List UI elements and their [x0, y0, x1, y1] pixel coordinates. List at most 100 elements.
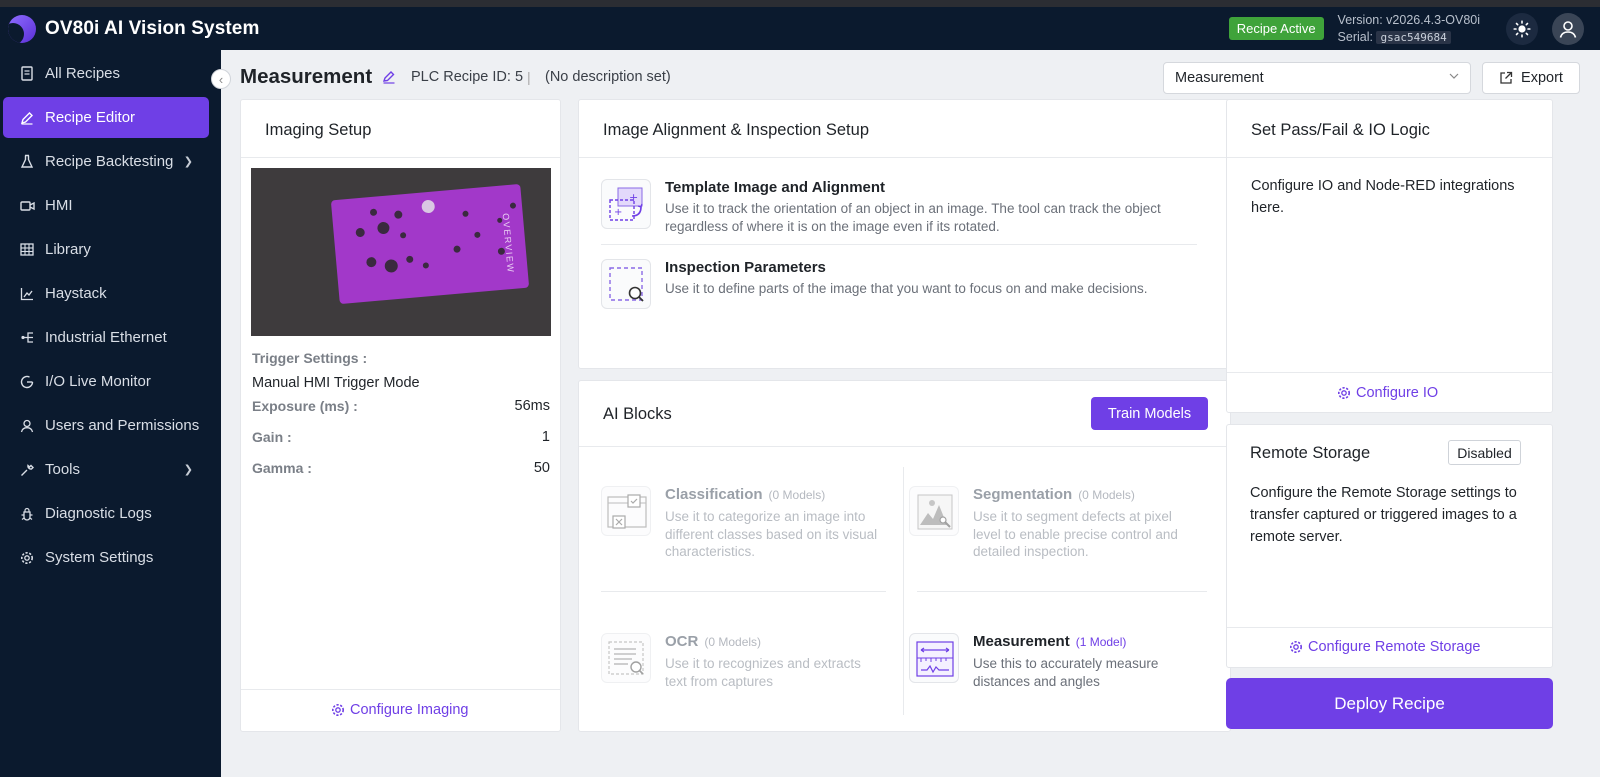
exposure-value: 56ms — [514, 398, 550, 414]
plc-recipe-id: PLC Recipe ID: 5 — [411, 69, 524, 85]
recipe-header: Measurement PLC Recipe ID: 5 | (No descr… — [221, 50, 1600, 100]
edit-title-icon[interactable] — [382, 70, 396, 84]
chevron-left-icon: ‹ — [218, 71, 224, 87]
configure-io-label: Configure IO — [1356, 385, 1439, 401]
ocr-block[interactable]: OCR (0 Models) Use it to recognizes and e… — [601, 633, 891, 748]
gamma-value: 50 — [533, 460, 550, 476]
trigger-settings-label: Trigger Settings : — [252, 350, 368, 366]
divider — [1227, 157, 1552, 158]
sidebar-item-diagnostic-logs[interactable]: Diagnostic Logs — [3, 493, 209, 534]
svg-text:+: + — [614, 207, 622, 218]
inspection-parameters-icon — [601, 259, 651, 309]
book-icon — [19, 66, 35, 82]
recipe-select[interactable]: Measurement — [1163, 62, 1471, 94]
remote-storage-description: Configure the Remote Storage settings to… — [1250, 485, 1517, 545]
tool-title: Inspection Parameters — [665, 259, 826, 276]
ai-blocks-card: AI Blocks Train Models Classification (0 … — [578, 380, 1231, 732]
imaging-setup-title: Imaging Setup — [265, 121, 372, 139]
ai-blocks-title: AI Blocks — [603, 405, 672, 423]
wrench-icon — [19, 462, 35, 478]
network-icon — [19, 330, 35, 346]
camera-icon — [19, 198, 35, 214]
divider — [579, 157, 1230, 158]
block-description: Use it to segment defects at pixel level… — [973, 509, 1178, 559]
export-label: Export — [1521, 70, 1563, 86]
version-text: Version: v2026.4.3-OV80i — [1337, 12, 1480, 27]
sidebar-item-label: Diagnostic Logs — [45, 505, 152, 522]
version-info: Version: v2026.4.3-OV80i Serial: gsac549… — [1338, 12, 1480, 46]
model-count: (0 Models) — [1078, 488, 1135, 502]
sidebar-item-label: Industrial Ethernet — [45, 329, 167, 346]
block-name: Measurement — [973, 633, 1070, 650]
gamma-label: Gamma : — [252, 460, 312, 476]
part-plate: OVERVIEW — [330, 183, 530, 305]
pass-fail-card: Set Pass/Fail & IO Logic Configure IO an… — [1226, 99, 1553, 413]
divider — [1227, 372, 1552, 373]
sidebar-item-tools[interactable]: Tools ❯ — [3, 449, 209, 490]
classification-block[interactable]: Classification (0 Models) Use it to categ… — [601, 486, 891, 601]
user-menu-button[interactable] — [1552, 12, 1584, 45]
sidebar-item-label: I/O Live Monitor — [45, 373, 151, 390]
recipe-status-badge: Recipe Active — [1228, 17, 1324, 40]
sidebar-item-users-and-permissions[interactable]: Users and Permissions — [3, 405, 209, 446]
theme-toggle-button[interactable] — [1506, 12, 1538, 45]
model-count: (1 Model) — [1075, 635, 1127, 649]
sidebar-item-industrial-ethernet[interactable]: Industrial Ethernet — [3, 317, 209, 358]
gain-value: 1 — [541, 429, 550, 445]
configure-imaging-link[interactable]: Configure Imaging — [331, 702, 469, 718]
sidebar-item-label: All Recipes — [45, 65, 121, 82]
sidebar-collapse-button[interactable]: ‹ — [211, 69, 231, 89]
sidebar-item-all-recipes[interactable]: All Recipes — [3, 53, 209, 94]
person-icon — [19, 418, 35, 434]
preview-label: OVERVIEW — [500, 212, 516, 274]
alignment-title: Image Alignment & Inspection Setup — [603, 121, 869, 139]
sidebar-item-hmi[interactable]: HMI — [3, 185, 209, 226]
sidebar-item-recipe-editor[interactable]: Recipe Editor — [3, 97, 209, 138]
deploy-recipe-button[interactable]: Deploy Recipe — [1226, 678, 1553, 729]
sidebar-item-io-live-monitor[interactable]: I/O Live Monitor — [3, 361, 209, 402]
configure-remote-storage-label: Configure Remote Storage — [1308, 639, 1481, 655]
header-separator: | — [527, 69, 531, 85]
inspection-parameters-tool[interactable]: Inspection Parameters Use it to define p… — [601, 259, 1197, 309]
sidebar-item-library[interactable]: Library — [3, 229, 209, 270]
template-alignment-tool[interactable]: + + Template Image and Alignment Use it t… — [601, 179, 1197, 239]
configure-imaging-label: Configure Imaging — [350, 702, 469, 718]
configure-io-link[interactable]: Configure IO — [1337, 385, 1438, 401]
segmentation-block[interactable]: Segmentation (0 Models) Use it to segment… — [909, 486, 1199, 601]
block-description: Use it to recognizes and extracts text f… — [665, 656, 861, 689]
block-name: Segmentation — [973, 486, 1073, 503]
sidebar-item-haystack[interactable]: Haystack — [3, 273, 209, 314]
top-bar: OV80i AI Vision System Recipe Active Ver… — [0, 7, 1600, 50]
bug-icon — [19, 506, 35, 522]
sidebar-item-label: HMI — [45, 197, 73, 214]
remote-storage-title: Remote Storage — [1250, 444, 1371, 462]
app-title: OV80i AI Vision System — [45, 17, 260, 39]
model-count: (0 Models) — [704, 635, 762, 649]
chevron-down-icon — [1448, 70, 1460, 82]
sidebar-item-label: Tools — [45, 461, 81, 478]
sidebar-item-label: Users and Permissions — [45, 417, 200, 434]
measurement-block[interactable]: Measurement (1 Model) Use this to accurat… — [909, 633, 1199, 748]
sidebar-item-label: Haystack — [45, 285, 107, 302]
sidebar-item-recipe-backtesting[interactable]: Recipe Backtesting ❯ — [3, 141, 209, 182]
export-icon — [1499, 71, 1513, 85]
block-name: Classification — [665, 486, 763, 503]
sidebar-item-label: Recipe Backtesting — [45, 153, 174, 170]
divider — [1227, 627, 1552, 628]
app-logo-icon — [8, 14, 36, 43]
alignment-card: Image Alignment & Inspection Setup + + Te… — [578, 99, 1231, 369]
sidebar-item-system-settings[interactable]: System Settings — [3, 537, 209, 578]
segmentation-icon — [909, 486, 959, 536]
user-icon — [1559, 20, 1577, 38]
measurement-icon — [909, 633, 959, 683]
export-button[interactable]: Export — [1482, 62, 1580, 94]
imaging-setup-card: Imaging Setup OVERVIEW Trigger Settings … — [240, 99, 561, 732]
block-description: Use this to accurately measure distances… — [973, 656, 1159, 689]
configure-remote-storage-link[interactable]: Configure Remote Storage — [1289, 639, 1481, 655]
camera-preview-image[interactable]: OVERVIEW — [251, 168, 551, 336]
tool-description: Use it to track the orientation of an ob… — [665, 201, 1161, 234]
pencil-icon — [19, 110, 35, 126]
model-count: (0 Models) — [768, 488, 826, 502]
train-models-button[interactable]: Train Models — [1091, 397, 1208, 430]
gauge-icon — [19, 374, 35, 390]
